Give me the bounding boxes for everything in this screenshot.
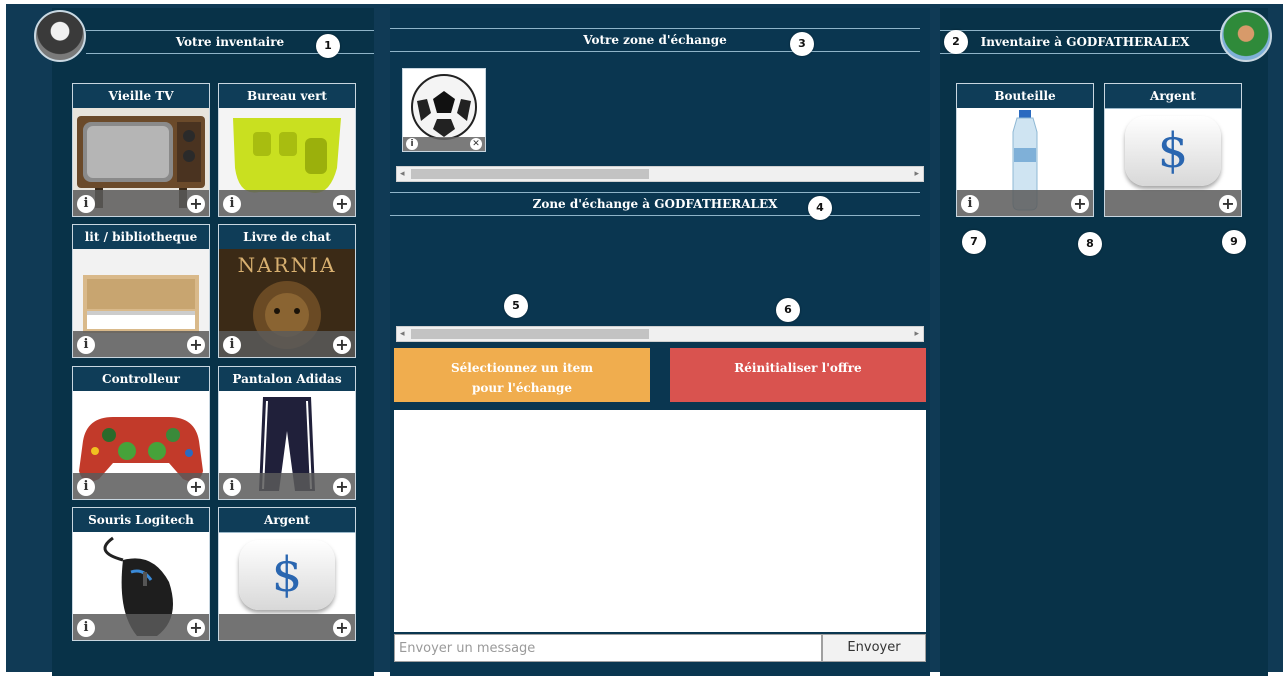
card-title: Vieille TV bbox=[73, 84, 209, 109]
card-title: Pantalon Adidas bbox=[219, 367, 355, 392]
info-icon[interactable]: i bbox=[77, 478, 95, 496]
message-input[interactable] bbox=[394, 634, 822, 662]
chat-log bbox=[394, 410, 926, 632]
inventory-card-bureau-vert[interactable]: Bureau vert i + bbox=[218, 83, 356, 217]
info-icon[interactable]: i bbox=[961, 195, 979, 213]
your-zone-scrollbar[interactable]: ◂ ▸ bbox=[396, 166, 924, 182]
other-trade-zone-title: Zone d'échange à GODFATHERALEX bbox=[390, 192, 920, 216]
other-inventory-panel: Inventaire à GODFATHERALEX 2 Bouteille i… bbox=[940, 8, 1268, 676]
info-icon[interactable]: i bbox=[77, 619, 95, 637]
badge-3: 3 bbox=[790, 32, 814, 56]
inventory-card-souris-logitech[interactable]: Souris Logitech i + bbox=[72, 507, 210, 641]
badge-4: 4 bbox=[808, 196, 832, 220]
card-title: Livre de chat bbox=[219, 225, 355, 250]
other-card-argent[interactable]: Argent $ + bbox=[1104, 83, 1242, 217]
other-card-bouteille[interactable]: Bouteille i + bbox=[956, 83, 1094, 217]
card-title: Bouteille bbox=[957, 84, 1093, 109]
add-icon[interactable]: + bbox=[187, 619, 205, 637]
select-button-line2: pour l'échange bbox=[471, 381, 573, 395]
card-title: Bureau vert bbox=[219, 84, 355, 109]
scroll-right-icon[interactable]: ▸ bbox=[914, 167, 919, 181]
app-frame: Votre inventaire 1 Vieille TV i + Bureau… bbox=[6, 4, 1283, 676]
badge-5: 5 bbox=[504, 294, 528, 318]
scroll-left-icon[interactable]: ◂ bbox=[400, 327, 405, 341]
scroll-right-icon[interactable]: ▸ bbox=[914, 327, 919, 341]
trade-area-panel: Votre zone d'échange 3 i ✕ ◂ ▸ Zone d'éc… bbox=[390, 8, 930, 676]
info-icon[interactable]: i bbox=[223, 336, 241, 354]
book-cover-text: NARNIA bbox=[237, 253, 337, 277]
inventory-card-pantalon-adidas[interactable]: Pantalon Adidas i + bbox=[218, 366, 356, 500]
badge-9: 9 bbox=[1222, 230, 1246, 254]
dollar-icon: $ bbox=[1125, 116, 1221, 186]
inventory-card-lit-bibliotheque[interactable]: lit / bibliotheque i + bbox=[72, 224, 210, 358]
inventory-card-argent[interactable]: Argent $ + bbox=[218, 507, 356, 641]
card-title: Controlleur bbox=[73, 367, 209, 392]
select-item-button[interactable]: Sélectionnez un item pour l'échange bbox=[394, 348, 650, 402]
badge-7: 7 bbox=[962, 230, 986, 254]
card-title: Argent bbox=[1105, 84, 1241, 109]
badge-2: 2 bbox=[944, 30, 968, 54]
add-icon[interactable]: + bbox=[187, 336, 205, 354]
badge-8: 8 bbox=[1078, 232, 1102, 256]
info-icon[interactable]: i bbox=[406, 138, 418, 150]
left-inventory-panel: Votre inventaire 1 Vieille TV i + Bureau… bbox=[52, 8, 374, 676]
trade-partner-avatar[interactable] bbox=[1220, 10, 1272, 62]
info-icon[interactable]: i bbox=[77, 195, 95, 213]
add-icon[interactable]: + bbox=[333, 195, 351, 213]
other-inventory-title: Inventaire à GODFATHERALEX bbox=[940, 30, 1230, 54]
remove-icon[interactable]: ✕ bbox=[470, 138, 482, 150]
card-title: Souris Logitech bbox=[73, 508, 209, 533]
add-icon[interactable]: + bbox=[333, 478, 351, 496]
add-icon[interactable]: + bbox=[187, 478, 205, 496]
info-icon[interactable]: i bbox=[223, 195, 241, 213]
inventory-card-vieille-tv[interactable]: Vieille TV i + bbox=[72, 83, 210, 217]
add-icon[interactable]: + bbox=[333, 336, 351, 354]
inventory-card-controlleur[interactable]: Controlleur i + bbox=[72, 366, 210, 500]
scroll-thumb[interactable] bbox=[411, 169, 649, 179]
dollar-icon: $ bbox=[239, 540, 335, 610]
scroll-thumb[interactable] bbox=[411, 329, 649, 339]
reset-offer-button[interactable]: Réinitialiser l'offre bbox=[670, 348, 926, 402]
inventory-card-livre-de-chat[interactable]: Livre de chat NARNIA i + bbox=[218, 224, 356, 358]
send-button[interactable]: Envoyer bbox=[822, 634, 926, 662]
card-title: lit / bibliotheque bbox=[73, 225, 209, 250]
card-title: Argent bbox=[219, 508, 355, 533]
badge-6: 6 bbox=[776, 298, 800, 322]
info-icon[interactable]: i bbox=[77, 336, 95, 354]
badge-1: 1 bbox=[316, 34, 340, 58]
select-button-line1: Sélectionnez un item bbox=[450, 361, 594, 375]
user-avatar[interactable] bbox=[34, 10, 86, 62]
add-icon[interactable]: + bbox=[187, 195, 205, 213]
info-icon[interactable]: i bbox=[223, 478, 241, 496]
other-zone-scrollbar[interactable]: ◂ ▸ bbox=[396, 326, 924, 342]
scroll-left-icon[interactable]: ◂ bbox=[400, 167, 405, 181]
add-icon[interactable]: + bbox=[1219, 195, 1237, 213]
add-icon[interactable]: + bbox=[333, 619, 351, 637]
add-icon[interactable]: + bbox=[1071, 195, 1089, 213]
your-trade-zone-title: Votre zone d'échange bbox=[390, 28, 920, 52]
trade-item-ball[interactable]: i ✕ bbox=[402, 68, 486, 152]
